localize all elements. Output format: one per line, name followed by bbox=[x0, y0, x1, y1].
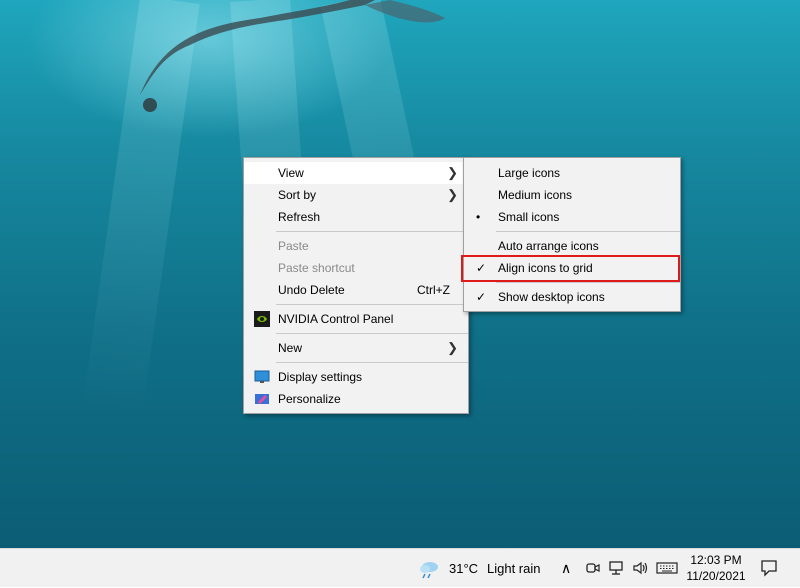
notification-icon[interactable] bbox=[760, 559, 778, 577]
submenu-item-small-icons[interactable]: • Small icons bbox=[464, 206, 680, 228]
menu-item-label: Display settings bbox=[278, 370, 363, 384]
weather-temperature[interactable]: 31°C bbox=[449, 549, 478, 588]
menu-item-shortcut: Ctrl+Z bbox=[417, 283, 450, 297]
menu-item-label: Align icons to grid bbox=[498, 261, 593, 275]
radio-bullet-icon: • bbox=[476, 210, 481, 224]
menu-item-label: Paste shortcut bbox=[278, 261, 355, 275]
swimmer-image bbox=[140, 0, 445, 112]
clock-date: 11/20/2021 bbox=[686, 569, 746, 583]
clock-time: 12:03 PM bbox=[690, 553, 742, 567]
menu-item-label: Large icons bbox=[498, 166, 561, 180]
chevron-right-icon: ❯ bbox=[447, 187, 458, 202]
menu-item-label: Medium icons bbox=[498, 188, 573, 202]
menu-separator bbox=[276, 362, 468, 363]
menu-item-paste-shortcut: Paste shortcut bbox=[244, 257, 468, 279]
chevron-right-icon: ❯ bbox=[447, 340, 458, 355]
desktop-context-menu: View ❯ Sort by ❯ Refresh Paste Paste sho… bbox=[243, 157, 469, 414]
submenu-item-medium-icons[interactable]: Medium icons bbox=[464, 184, 680, 206]
personalize-icon bbox=[255, 394, 269, 404]
menu-item-label: Show desktop icons bbox=[498, 290, 605, 304]
menu-item-label: Undo Delete bbox=[278, 283, 345, 297]
menu-item-label: View bbox=[278, 166, 304, 180]
volume-icon[interactable] bbox=[632, 560, 648, 576]
checkmark-icon: ✓ bbox=[476, 290, 487, 304]
checkmark-icon: ✓ bbox=[476, 261, 487, 275]
menu-separator bbox=[496, 231, 680, 232]
chevron-right-icon: ❯ bbox=[447, 165, 458, 180]
menu-separator bbox=[276, 231, 468, 232]
menu-item-personalize[interactable]: Personalize bbox=[244, 388, 468, 410]
menu-item-label: NVIDIA Control Panel bbox=[278, 312, 394, 326]
view-submenu: Large icons Medium icons • Small icons A… bbox=[463, 157, 681, 312]
menu-item-paste: Paste bbox=[244, 235, 468, 257]
submenu-item-show-desktop-icons[interactable]: ✓ Show desktop icons bbox=[464, 286, 680, 308]
menu-item-label: New bbox=[278, 341, 303, 355]
taskbar: 31°C Light rain ∧ 12:03 PM 11/20/2021 bbox=[0, 548, 800, 587]
menu-separator bbox=[276, 304, 468, 305]
weather-condition[interactable]: Light rain bbox=[487, 549, 540, 588]
weather-rain-icon[interactable] bbox=[418, 559, 440, 579]
chevron-up-icon[interactable]: ∧ bbox=[561, 549, 571, 588]
menu-item-label: Sort by bbox=[278, 188, 317, 202]
menu-item-new[interactable]: New ❯ bbox=[244, 337, 468, 359]
menu-item-sort-by[interactable]: Sort by ❯ bbox=[244, 184, 468, 206]
menu-item-refresh[interactable]: Refresh bbox=[244, 206, 468, 228]
menu-item-display-settings[interactable]: Display settings bbox=[244, 366, 468, 388]
meet-now-icon[interactable] bbox=[585, 560, 601, 576]
submenu-item-auto-arrange-icons[interactable]: Auto arrange icons bbox=[464, 235, 680, 257]
menu-item-nvidia-control-panel[interactable]: NVIDIA Control Panel bbox=[244, 308, 468, 330]
display-icon bbox=[254, 370, 270, 383]
menu-item-undo-delete[interactable]: Undo Delete Ctrl+Z bbox=[244, 279, 468, 301]
menu-separator bbox=[496, 282, 680, 283]
submenu-item-large-icons[interactable]: Large icons bbox=[464, 162, 680, 184]
network-icon[interactable] bbox=[608, 560, 624, 576]
menu-item-view[interactable]: View ❯ bbox=[244, 162, 468, 184]
menu-item-label: Small icons bbox=[498, 210, 560, 224]
menu-item-label: Refresh bbox=[278, 210, 321, 224]
menu-separator bbox=[276, 333, 468, 334]
taskbar-clock[interactable]: 12:03 PM 11/20/2021 bbox=[686, 552, 746, 584]
submenu-item-align-icons-to-grid[interactable]: ✓ Align icons to grid bbox=[464, 257, 680, 279]
menu-item-label: Paste bbox=[278, 239, 309, 253]
menu-item-label: Personalize bbox=[278, 392, 341, 406]
menu-item-label: Auto arrange icons bbox=[498, 239, 599, 253]
keyboard-icon[interactable] bbox=[656, 560, 678, 576]
nvidia-icon bbox=[254, 311, 270, 327]
